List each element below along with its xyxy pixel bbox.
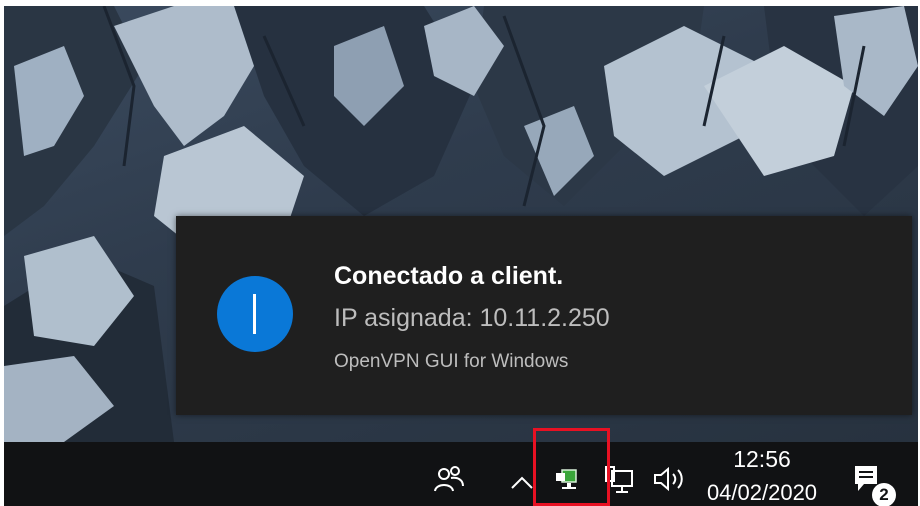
notification-source: OpenVPN GUI for Windows (334, 351, 569, 372)
people-icon[interactable] (432, 462, 466, 496)
info-icon-stem (253, 294, 256, 334)
vpn-connected-notification[interactable]: Conectado a client. IP asignada: 10.11.2… (176, 216, 912, 415)
clock-time: 12:56 (733, 446, 791, 472)
clock-date: 04/02/2020 (706, 480, 818, 505)
notification-title: Conectado a client. (334, 262, 564, 290)
action-center-badge: 2 (872, 483, 896, 506)
volume-icon[interactable] (650, 464, 688, 494)
notification-body: IP asignada: 10.11.2.250 (334, 304, 610, 332)
screen: Conectado a client. IP asignada: 10.11.2… (0, 0, 920, 506)
highlight-box (533, 428, 610, 506)
info-icon (217, 276, 293, 352)
taskbar-clock[interactable]: 12:56 04/02/2020 (692, 444, 832, 506)
chevron-up-icon[interactable] (508, 468, 536, 496)
